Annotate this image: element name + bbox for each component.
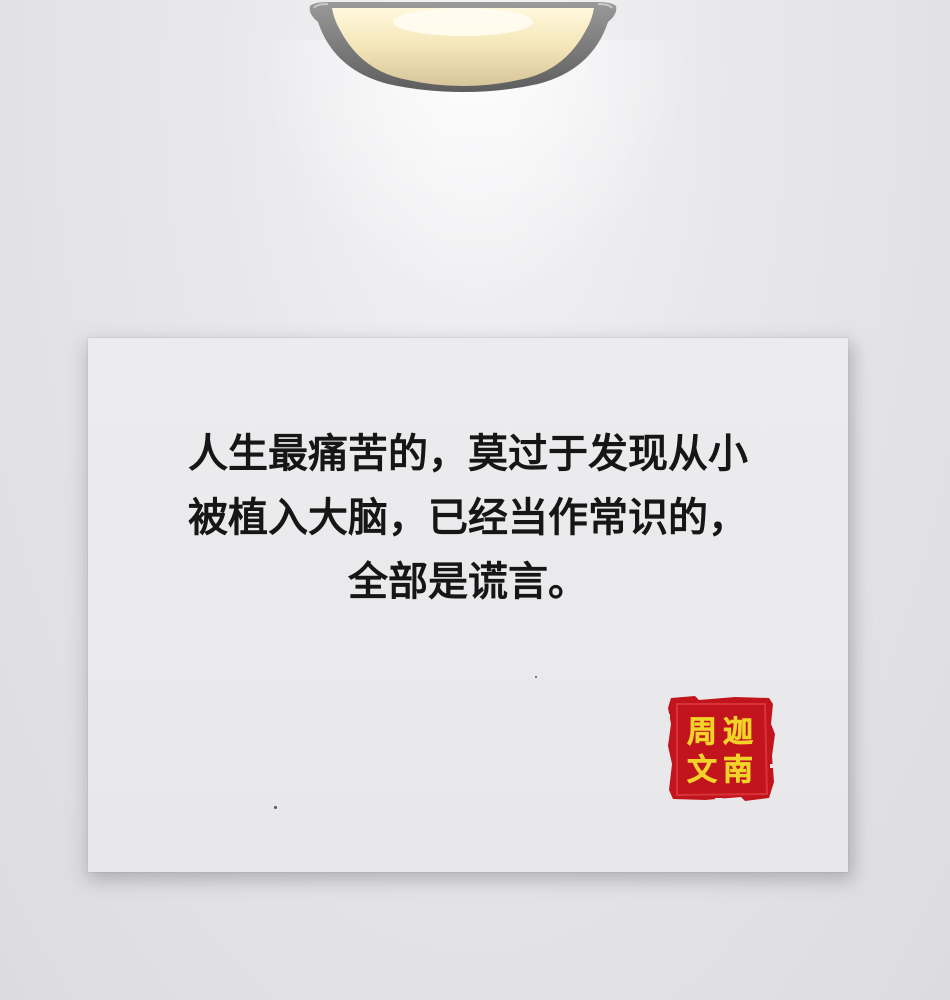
canvas-board: 人生最痛苦的，莫过于发现从小 被植入大脑，已经当作常识的， 全部是谎言。 周 迦… xyxy=(88,338,848,872)
quote-line-2: 被植入大脑，已经当作常识的， xyxy=(188,494,748,541)
svg-text:迦: 迦 xyxy=(723,715,753,750)
speck xyxy=(274,806,277,809)
quote-line-3: 全部是谎言。 xyxy=(348,558,588,605)
svg-text:周: 周 xyxy=(687,715,717,750)
speck xyxy=(535,676,537,678)
quote-line-1: 人生最痛苦的，莫过于发现从小 xyxy=(188,430,748,477)
svg-text:文: 文 xyxy=(687,753,717,788)
svg-text:南: 南 xyxy=(723,753,753,788)
seal-stamp: 周 迦 文 南 xyxy=(666,696,775,802)
wall-lamp xyxy=(309,2,617,92)
quote-text: 人生最痛苦的，莫过于发现从小 被植入大脑，已经当作常识的， 全部是谎言。 xyxy=(88,422,848,614)
